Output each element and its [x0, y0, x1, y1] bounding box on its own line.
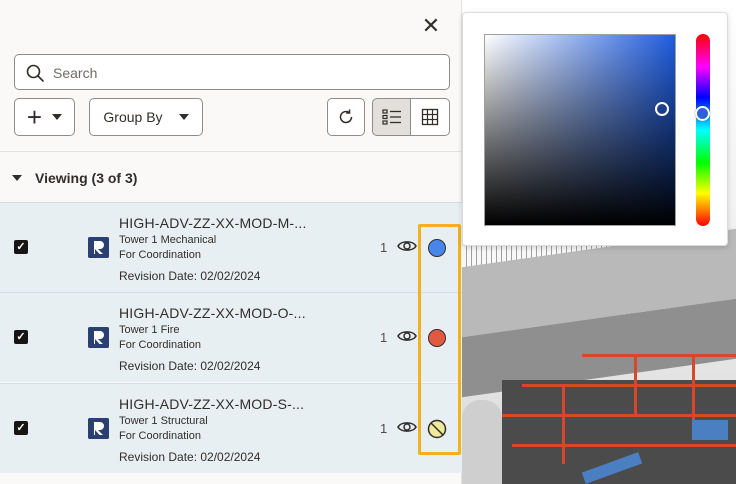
model-discipline: Tower 1 Structural — [119, 415, 208, 427]
model-discipline: Tower 1 Fire — [119, 324, 180, 336]
eye-icon[interactable] — [397, 419, 417, 435]
viewport-duct — [692, 420, 728, 440]
group-by-label: Group By — [103, 109, 163, 125]
plus-icon: + — [26, 102, 43, 132]
group-by-dropdown[interactable]: Group By — [89, 98, 203, 136]
caret-down-icon — [12, 175, 22, 181]
viewport-fire-pipe — [512, 444, 736, 447]
viewport-fire-pipe — [502, 414, 736, 417]
revision-date: Revision Date: 02/02/2024 — [119, 359, 261, 373]
saturation-value-area[interactable] — [484, 34, 676, 226]
hue-handle[interactable] — [695, 106, 710, 121]
revit-logo-icon — [88, 237, 109, 258]
viewport-fire-pipe — [634, 354, 637, 414]
add-model-button[interactable]: + — [14, 98, 75, 136]
grid-view-icon — [421, 108, 439, 126]
model-status: For Coordination — [119, 249, 201, 261]
viewing-label: Viewing (3 of 3) — [35, 170, 138, 186]
viewing-section-toggle[interactable]: Viewing (3 of 3) — [12, 170, 137, 186]
list-view-icon — [381, 109, 401, 125]
color-column-highlight — [418, 224, 461, 455]
chevron-down-icon — [178, 114, 189, 120]
version-count: 1 — [380, 421, 388, 436]
viewport-column — [462, 400, 502, 484]
model-name: HIGH-ADV-ZZ-XX-MOD-O-... — [119, 305, 306, 321]
color-picker-popover — [462, 12, 728, 246]
model-discipline: Tower 1 Mechanical — [119, 234, 217, 246]
viewport-fire-pipe — [582, 354, 736, 357]
row-checkbox[interactable]: ✓ — [14, 421, 28, 435]
viewport-fire-pipe — [562, 384, 565, 464]
revision-date: Revision Date: 02/02/2024 — [119, 450, 261, 464]
divider — [0, 151, 462, 152]
row-checkbox[interactable]: ✓ — [14, 330, 28, 344]
close-icon[interactable]: ✕ — [418, 14, 444, 40]
list-item[interactable]: ✓ HIGH-ADV-ZZ-XX-MOD-M-... Tower 1 Mecha… — [0, 202, 462, 292]
model-name: HIGH-ADV-ZZ-XX-MOD-M-... — [119, 215, 307, 231]
model-list-panel: ✕ + Group By — [0, 0, 462, 484]
version-count: 1 — [380, 330, 388, 345]
refresh-button[interactable] — [327, 98, 365, 136]
model-status: For Coordination — [119, 339, 201, 351]
search-icon — [26, 64, 44, 82]
list-view-button[interactable] — [372, 98, 411, 136]
list-item[interactable]: ✓ HIGH-ADV-ZZ-XX-MOD-O-... Tower 1 Fire … — [0, 292, 462, 382]
revit-logo-icon — [88, 418, 109, 439]
hue-slider[interactable] — [695, 34, 710, 226]
grid-view-button[interactable] — [410, 98, 450, 136]
search-input[interactable] — [53, 62, 433, 84]
model-status: For Coordination — [119, 430, 201, 442]
eye-icon[interactable] — [397, 328, 417, 344]
chevron-down-icon — [52, 114, 63, 120]
refresh-icon — [339, 109, 353, 124]
viewport-fire-pipe — [522, 384, 736, 387]
model-name: HIGH-ADV-ZZ-XX-MOD-S-... — [119, 396, 305, 412]
revision-date: Revision Date: 02/02/2024 — [119, 269, 261, 283]
color-handle[interactable] — [655, 102, 669, 116]
search-field[interactable] — [14, 54, 450, 90]
version-count: 1 — [380, 240, 388, 255]
list-item[interactable]: ✓ HIGH-ADV-ZZ-XX-MOD-S-... Tower 1 Struc… — [0, 383, 462, 473]
revit-logo-icon — [88, 327, 109, 348]
eye-icon[interactable] — [397, 238, 417, 254]
row-checkbox[interactable]: ✓ — [14, 240, 28, 254]
